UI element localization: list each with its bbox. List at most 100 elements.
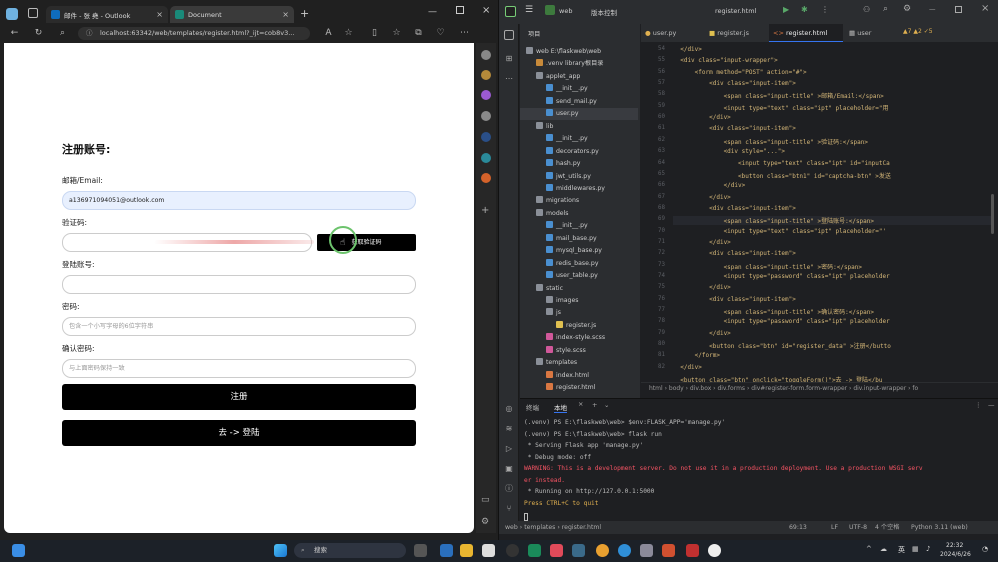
tree-item[interactable]: web E:\flaskweb\web (520, 46, 638, 58)
go-login-button[interactable]: 去 -> 登陆 (62, 420, 416, 446)
chevron-down-icon[interactable]: ⌄ (604, 401, 609, 409)
more-icon[interactable]: ⋯ (458, 27, 471, 40)
line-separator[interactable]: LF (831, 521, 838, 534)
favorite-icon[interactable]: ☆ (342, 27, 355, 40)
tree-item[interactable]: js (520, 307, 638, 319)
tab-user[interactable]: ▦ user (845, 24, 895, 42)
clock-time[interactable]: 22:32 (946, 542, 963, 549)
close-window-button[interactable]: × (981, 3, 989, 14)
editor-scrollbar[interactable] (991, 194, 994, 234)
tree-item[interactable]: index.html (520, 370, 638, 382)
tree-item[interactable]: middlewares.py (520, 183, 638, 195)
python-packages-icon[interactable]: ◎ (504, 404, 514, 414)
add-icon[interactable]: + (481, 205, 489, 216)
tree-item[interactable]: hash.py (520, 158, 638, 170)
tree-item[interactable]: jwt_utils.py (520, 171, 638, 183)
pycharm-taskbar-icon[interactable] (528, 544, 541, 557)
app-icon[interactable] (440, 544, 453, 557)
tree-item[interactable]: templates (520, 357, 638, 369)
new-terminal-icon[interactable]: + (592, 401, 597, 409)
tab-user-py[interactable]: ● user.py (641, 24, 701, 42)
sidebar-app-icon[interactable] (481, 132, 491, 142)
close-icon[interactable]: × (156, 10, 163, 19)
tab-terminal[interactable]: 终端 (526, 402, 539, 412)
tree-item[interactable]: models (520, 208, 638, 220)
tray-chevron-icon[interactable]: ^ (866, 545, 872, 553)
debug-icon[interactable]: ✱ (801, 5, 808, 14)
close-icon[interactable]: × (578, 400, 583, 408)
app-icon[interactable] (640, 544, 653, 557)
collections-icon[interactable]: ⧉ (412, 27, 425, 40)
project-name[interactable]: web (559, 7, 572, 15)
tab-document[interactable]: Document × (170, 6, 294, 23)
start-icon[interactable] (274, 544, 287, 557)
main-menu-icon[interactable]: ☰ (525, 5, 533, 15)
address-bar[interactable]: ⓘ localhost:63342/web/templates/register… (78, 27, 310, 40)
close-window-button[interactable]: × (482, 5, 490, 16)
tree-item[interactable]: static (520, 283, 638, 295)
tree-item[interactable]: register.js (520, 320, 638, 332)
tree-item[interactable]: user_table.py (520, 270, 638, 282)
more-icon[interactable]: ⋮ (975, 401, 982, 409)
cloud-icon[interactable]: ☁ (880, 545, 887, 553)
code-editor[interactable]: ● user.py ■ register.js <> register.html… (641, 24, 998, 398)
widgets-icon[interactable] (12, 544, 25, 557)
app-icon[interactable] (708, 544, 721, 557)
refresh-icon[interactable]: ↻ (32, 27, 45, 40)
copilot-icon[interactable] (481, 50, 491, 60)
tree-item[interactable]: images (520, 295, 638, 307)
git-icon[interactable]: ⑂ (504, 504, 514, 514)
back-icon[interactable]: ← (8, 27, 21, 40)
extensions-icon[interactable]: ♡ (434, 27, 447, 40)
run-icon[interactable]: ▶ (783, 5, 789, 14)
browser-profile-icon[interactable] (6, 8, 18, 20)
minimize-button[interactable]: — (428, 7, 437, 17)
problems-icon[interactable]: ⓘ (504, 484, 514, 494)
chrome-icon[interactable] (596, 544, 609, 557)
email-field[interactable]: a136971094051@outlook.com (62, 191, 416, 210)
tab-register-html[interactable]: <> register.html (769, 24, 843, 42)
hide-icon[interactable]: — (988, 401, 995, 409)
app-icon[interactable] (506, 544, 519, 557)
network-icon[interactable]: ▦ (912, 545, 919, 553)
terminal-panel[interactable]: 终端 本地 × + ⌄ ⋮ — (.venv) PS E:\flaskweb\w… (520, 398, 998, 522)
tab-local[interactable]: 本地 (554, 402, 567, 413)
tree-item[interactable]: send_mail.py (520, 96, 638, 108)
tab-register-js[interactable]: ■ register.js (705, 24, 765, 42)
notification-icon[interactable]: ◔ (982, 545, 988, 553)
task-view-icon[interactable] (414, 544, 427, 557)
layers-icon[interactable]: ≋ (504, 424, 514, 434)
settings-icon[interactable]: ⚙ (481, 517, 489, 527)
password-field[interactable]: 包含一个小写字母的6位字符串 (62, 317, 416, 336)
more-tools-icon[interactable]: ⋯ (504, 74, 514, 84)
store-icon[interactable] (482, 544, 495, 557)
favorites-icon[interactable]: ☆ (390, 27, 403, 40)
confirm-password-field[interactable]: 与上面密码保持一致 (62, 359, 416, 378)
tree-item[interactable]: lib (520, 121, 638, 133)
run-config-select[interactable]: register.html (715, 7, 756, 15)
tree-item[interactable]: __init__.py (520, 133, 638, 145)
inspection-summary[interactable]: ▲7 ▲2 ✓5 (903, 28, 933, 35)
file-explorer-icon[interactable] (460, 544, 473, 557)
new-tab-button[interactable]: + (300, 7, 309, 20)
sidebar-app-icon[interactable] (481, 173, 491, 183)
file-encoding[interactable]: UTF-8 (849, 521, 867, 534)
status-path[interactable]: web › templates › register.html (505, 521, 601, 534)
app-icon[interactable] (686, 544, 699, 557)
volume-icon[interactable]: ♪ (926, 545, 930, 553)
tree-item[interactable]: register.html (520, 382, 638, 394)
services-icon[interactable]: ▷ (504, 444, 514, 454)
edge-icon[interactable] (618, 544, 631, 557)
split-screen-icon[interactable]: ▯ (368, 27, 381, 40)
app-icon[interactable] (572, 544, 585, 557)
python-interpreter[interactable]: Python 3.11 (web) (911, 521, 968, 534)
app-icon[interactable] (550, 544, 563, 557)
tree-item[interactable]: __init__.py (520, 220, 638, 232)
tree-item[interactable]: index-style.scss (520, 332, 638, 344)
clock-date[interactable]: 2024/6/26 (940, 551, 971, 558)
add-user-icon[interactable]: ⚇ (863, 5, 870, 14)
sidebar-app-icon[interactable] (481, 111, 491, 121)
tree-item[interactable]: __init__.py (520, 83, 638, 95)
tab-actions-icon[interactable] (28, 8, 38, 18)
tree-item[interactable]: mail_base.py (520, 233, 638, 245)
